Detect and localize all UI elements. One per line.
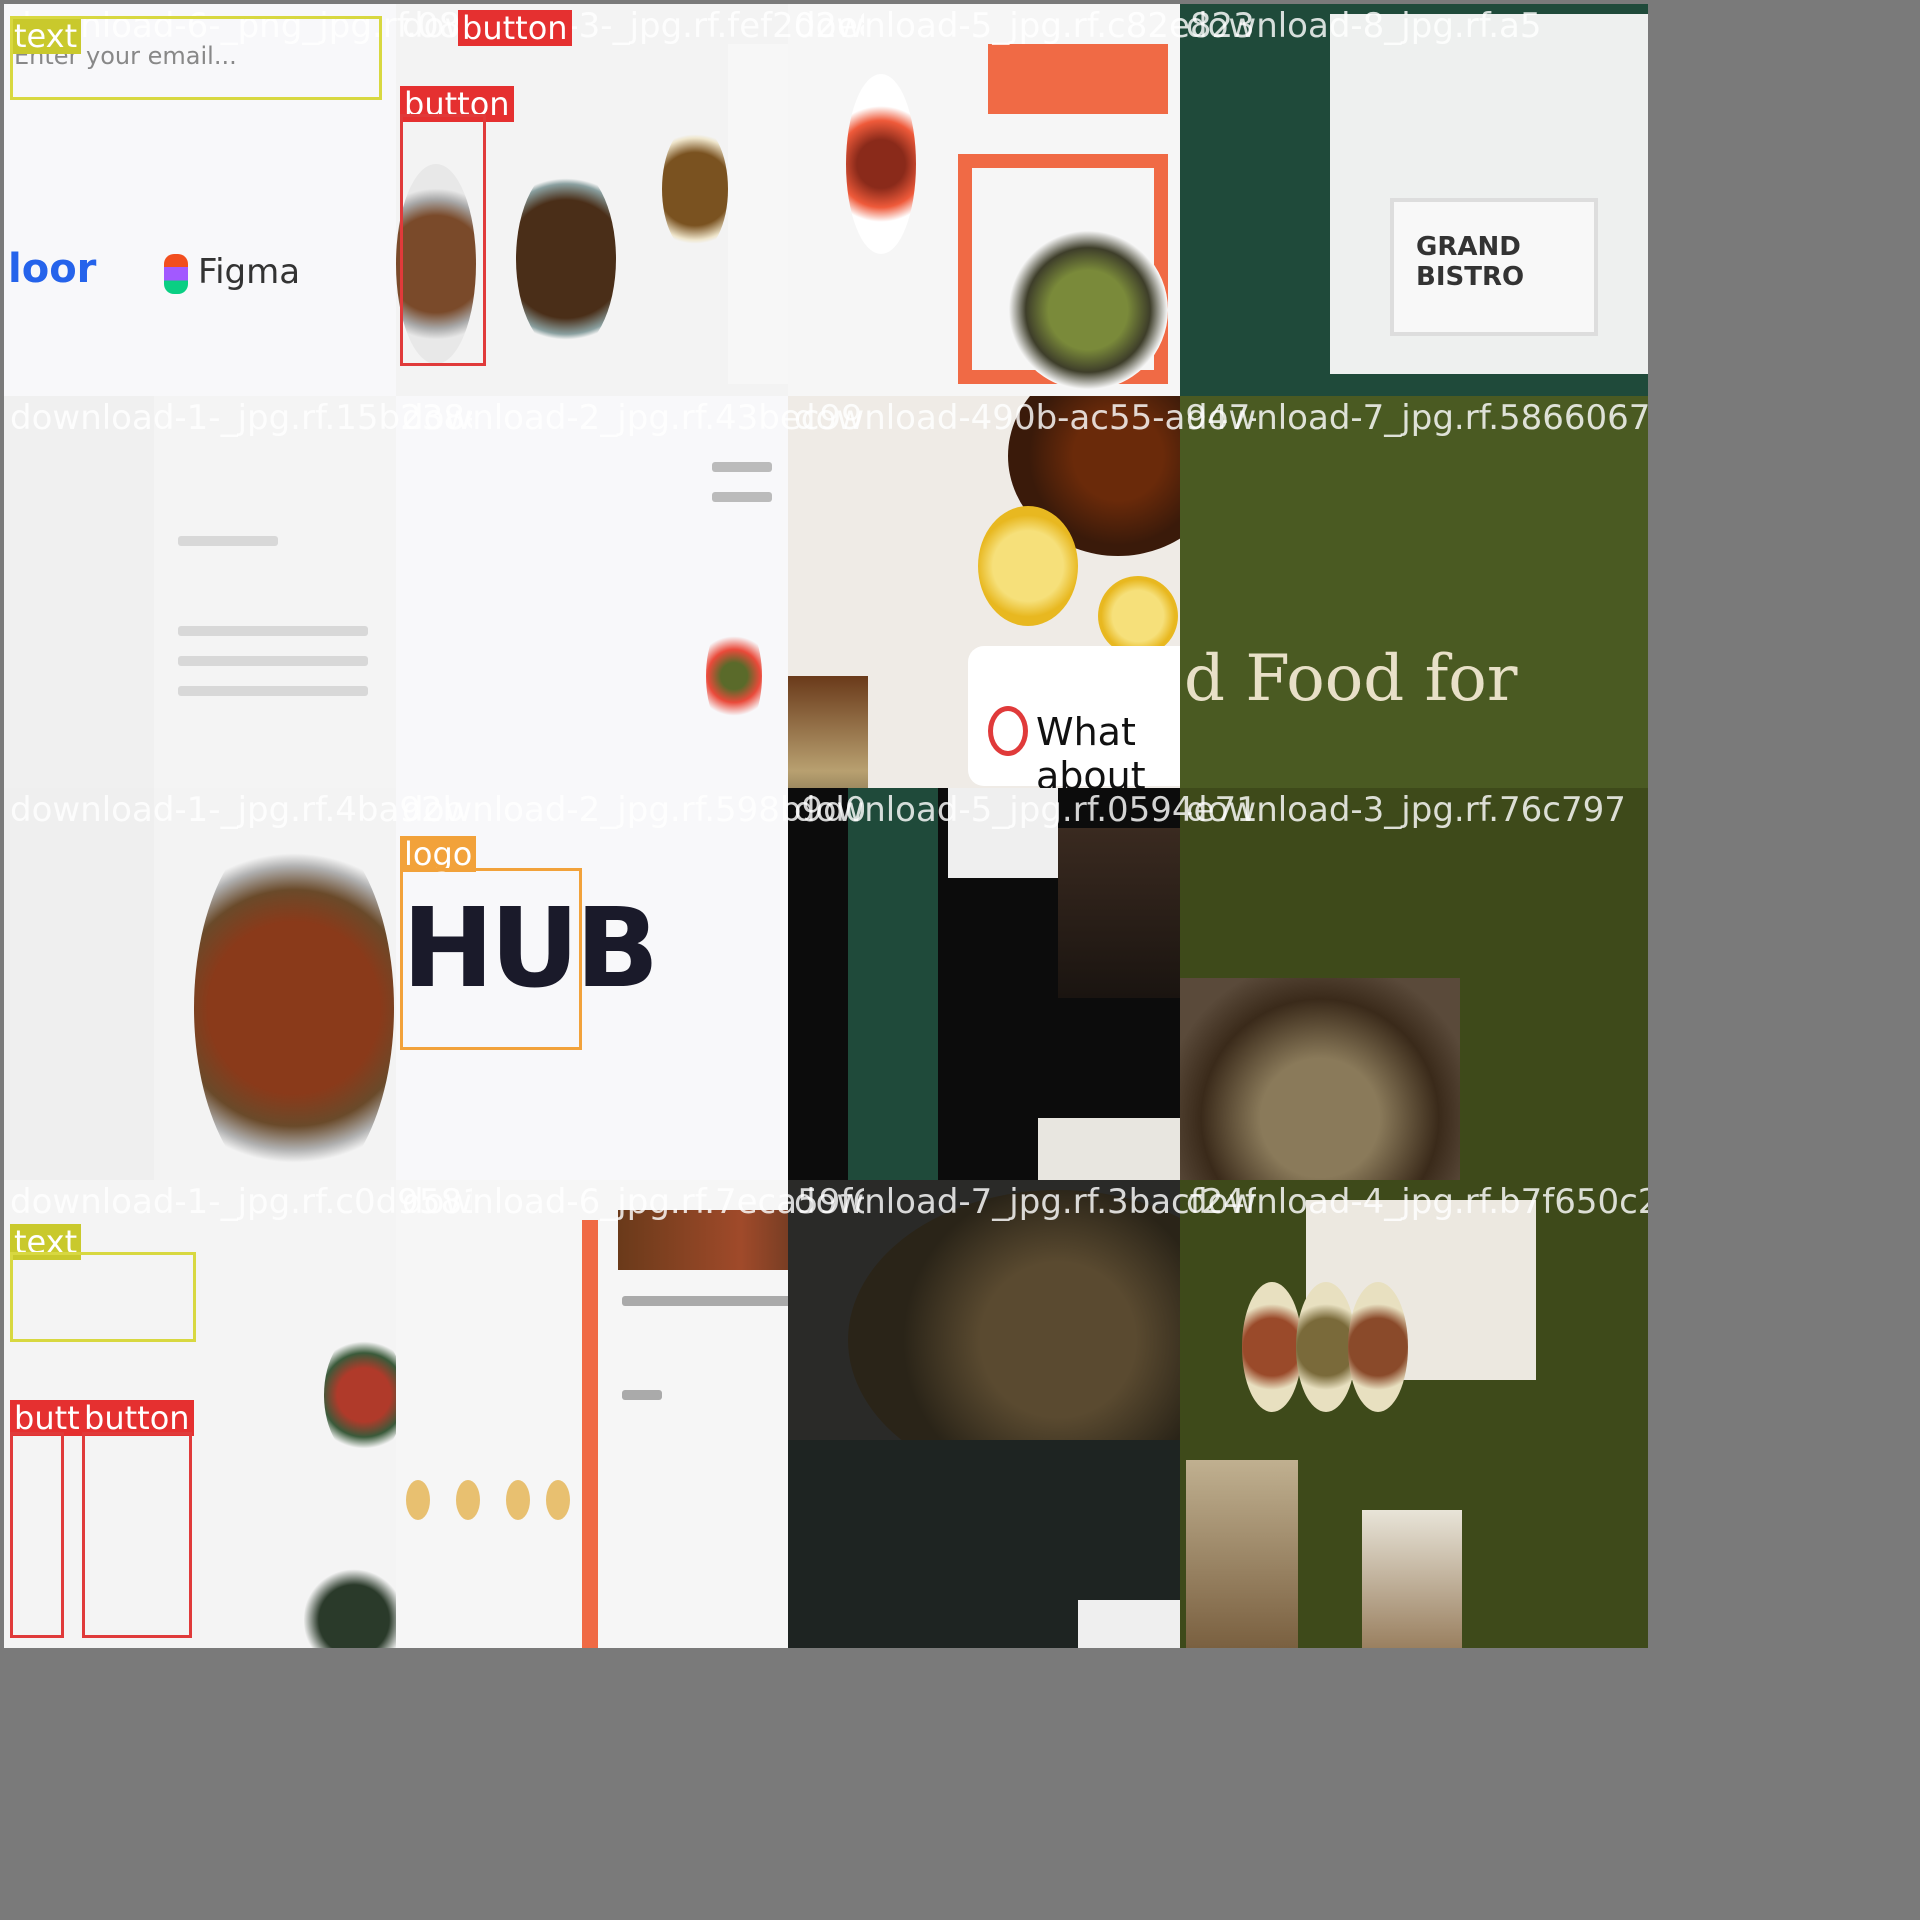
food-plate bbox=[194, 818, 394, 1198]
food-photo bbox=[1186, 1460, 1298, 1648]
orange-divider bbox=[582, 1220, 598, 1648]
button-box[interactable] bbox=[400, 114, 486, 366]
text-line bbox=[622, 1390, 662, 1400]
annotation-label-button: button bbox=[80, 1400, 194, 1436]
food-badge bbox=[706, 616, 762, 736]
food-thumb bbox=[546, 1480, 570, 1520]
cookie-icon bbox=[988, 706, 1028, 756]
food-photo bbox=[1362, 1510, 1462, 1648]
food-bowl bbox=[1242, 1282, 1302, 1412]
tile-filename: download-7_jpg.rf.5866067 bbox=[1186, 398, 1648, 438]
button-box[interactable] bbox=[10, 1432, 64, 1638]
food-thumb bbox=[456, 1480, 480, 1520]
food-plate bbox=[324, 1330, 404, 1460]
email-input-box[interactable] bbox=[10, 16, 382, 100]
food-bowl bbox=[1348, 1282, 1408, 1412]
text-input-box[interactable] bbox=[10, 1252, 196, 1342]
annotation-label-logo: logo bbox=[400, 836, 477, 872]
button-box[interactable] bbox=[82, 1432, 192, 1638]
annotation-label-button: button bbox=[458, 10, 572, 46]
tile-filename: download-4_jpg.rf.b7f650c2 bbox=[1186, 1182, 1648, 1222]
annotation-label-button: butt bbox=[10, 1400, 84, 1436]
lemon bbox=[1098, 576, 1178, 656]
text-line bbox=[178, 686, 368, 696]
food-bowl bbox=[1296, 1282, 1356, 1412]
food-thumb bbox=[406, 1480, 430, 1520]
tile-16: download-4_jpg.rf.b7f650c2 bbox=[1180, 1180, 1648, 1648]
tile-filename: download-3_jpg.rf.76c797 bbox=[1186, 790, 1626, 830]
text-line bbox=[712, 492, 772, 502]
tile-filename: download-1-_jpg.rf.4ba92b bbox=[10, 790, 465, 830]
food-plate bbox=[1008, 230, 1168, 390]
food-plate bbox=[516, 164, 616, 354]
orange-banner bbox=[988, 44, 1168, 114]
food-thumb bbox=[506, 1480, 530, 1520]
partner-logo-a: loor bbox=[8, 246, 97, 292]
tile-filename: download-8_jpg.rf.a5 bbox=[1186, 6, 1542, 46]
text-line bbox=[178, 626, 368, 636]
sign-text: GRAND BISTRO bbox=[1416, 232, 1525, 292]
logo-box bbox=[400, 868, 582, 1050]
food-plate bbox=[304, 1560, 404, 1648]
food-badge bbox=[846, 74, 916, 254]
text-line bbox=[178, 656, 368, 666]
partner-logo-figma: Figma bbox=[198, 252, 301, 292]
headline: d Food for bbox=[1184, 642, 1518, 716]
food-plate bbox=[662, 124, 728, 254]
text-line bbox=[178, 536, 278, 546]
lemon bbox=[978, 506, 1078, 626]
text-line bbox=[712, 462, 772, 472]
figma-icon bbox=[164, 254, 188, 294]
